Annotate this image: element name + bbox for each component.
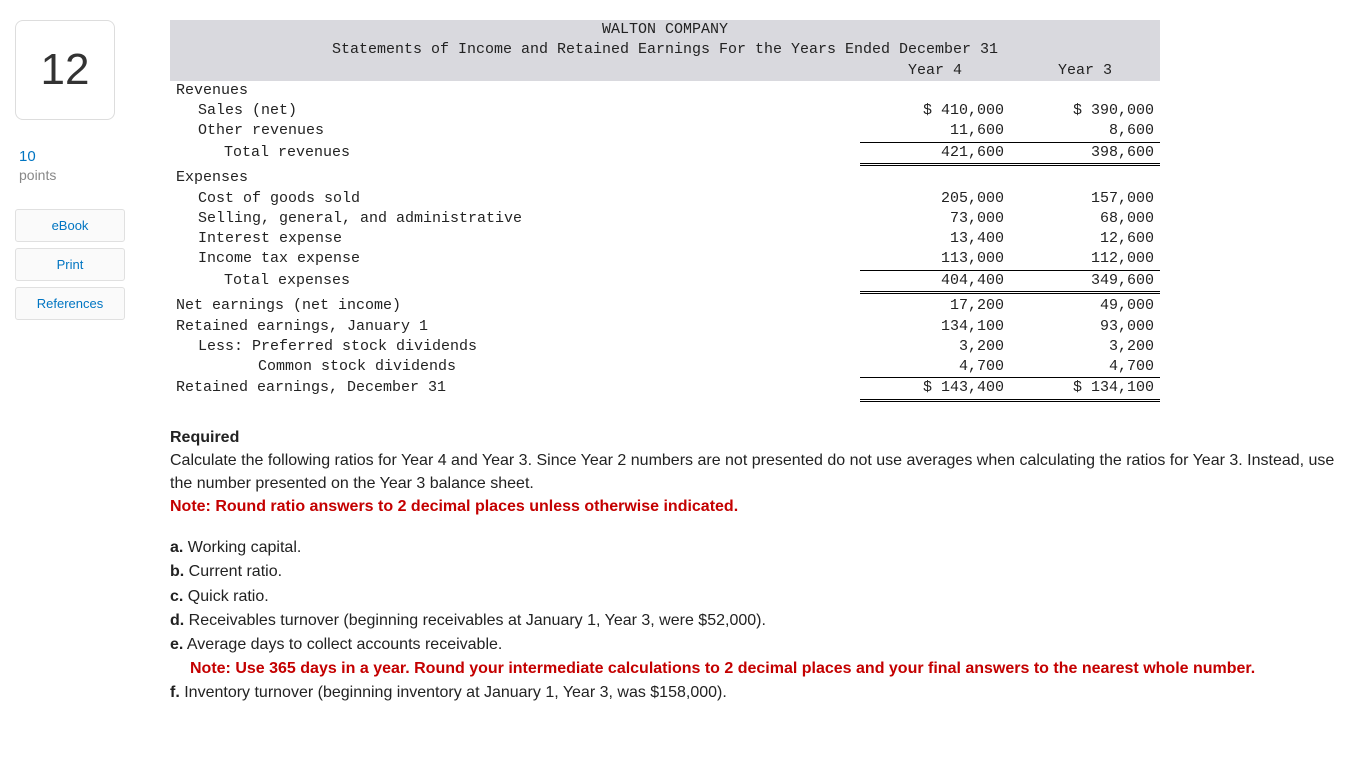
pref-label: Less: Preferred stock dividends xyxy=(170,337,860,357)
required-intro: Calculate the following ratios for Year … xyxy=(170,449,1350,495)
required-heading: Required xyxy=(170,426,1350,449)
item-a-b: a. xyxy=(170,539,183,556)
cogs-label: Cost of goods sold xyxy=(170,189,860,209)
company-name: WALTON COMPANY xyxy=(170,20,1160,40)
item-d-b: d. xyxy=(170,612,184,629)
col-year3: Year 3 xyxy=(1010,61,1160,81)
int-y4: 13,400 xyxy=(860,229,1010,249)
points-value: 10 xyxy=(19,148,170,165)
tax-y4: 113,000 xyxy=(860,249,1010,270)
int-label: Interest expense xyxy=(170,229,860,249)
tax-y3: 112,000 xyxy=(1010,249,1160,270)
int-y3: 12,600 xyxy=(1010,229,1160,249)
other-rev-y4: 11,600 xyxy=(860,121,1010,142)
pref-y3: 3,200 xyxy=(1010,337,1160,357)
tot-exp-label: Total expenses xyxy=(170,270,860,292)
sales-y3: $ 390,000 xyxy=(1010,101,1160,121)
re-dec-y3: $ 134,100 xyxy=(1010,378,1160,400)
tot-rev-y3: 398,600 xyxy=(1010,142,1160,164)
revenues-heading: Revenues xyxy=(170,81,860,101)
ebook-button[interactable]: eBook xyxy=(15,209,125,242)
tot-exp-y4: 404,400 xyxy=(860,270,1010,292)
item-b-b: b. xyxy=(170,563,184,580)
tot-exp-y3: 349,600 xyxy=(1010,270,1160,292)
tot-rev-y4: 421,600 xyxy=(860,142,1010,164)
left-sidebar: 12 10 points eBook Print References xyxy=(15,20,170,706)
item-e-b: e. xyxy=(170,636,183,653)
sales-y4: $ 410,000 xyxy=(860,101,1010,121)
comm-y3: 4,700 xyxy=(1010,357,1160,378)
ne-label: Net earnings (net income) xyxy=(170,296,860,316)
question-number-box: 12 xyxy=(15,20,115,120)
note-round: Note: Round ratio answers to 2 decimal p… xyxy=(170,495,1350,518)
tot-rev-label: Total revenues xyxy=(170,142,860,164)
income-statement-table: WALTON COMPANY Statements of Income and … xyxy=(170,20,1160,402)
cogs-y4: 205,000 xyxy=(860,189,1010,209)
required-section: Required Calculate the following ratios … xyxy=(170,426,1350,705)
item-b: Current ratio. xyxy=(184,563,282,580)
re-dec-y4: $ 143,400 xyxy=(860,378,1010,400)
other-rev-label: Other revenues xyxy=(170,121,860,142)
print-button[interactable]: Print xyxy=(15,248,125,281)
col-year4: Year 4 xyxy=(860,61,1010,81)
points-label: points xyxy=(19,167,170,183)
note-365: Note: Use 365 days in a year. Round your… xyxy=(170,657,1350,680)
item-f: Inventory turnover (beginning inventory … xyxy=(180,684,727,701)
item-c: Quick ratio. xyxy=(183,588,268,605)
expenses-heading: Expenses xyxy=(170,168,860,188)
re-jan-y4: 134,100 xyxy=(860,317,1010,337)
re-jan-y3: 93,000 xyxy=(1010,317,1160,337)
cogs-y3: 157,000 xyxy=(1010,189,1160,209)
item-d: Receivables turnover (beginning receivab… xyxy=(184,612,766,629)
statement-title: Statements of Income and Retained Earnin… xyxy=(170,40,1160,60)
other-rev-y3: 8,600 xyxy=(1010,121,1160,142)
comm-y4: 4,700 xyxy=(860,357,1010,378)
re-dec-label: Retained earnings, December 31 xyxy=(170,378,860,400)
sga-y3: 68,000 xyxy=(1010,209,1160,229)
sga-y4: 73,000 xyxy=(860,209,1010,229)
sga-label: Selling, general, and administrative xyxy=(170,209,860,229)
sales-label: Sales (net) xyxy=(170,101,860,121)
comm-label: Common stock dividends xyxy=(170,357,860,378)
ne-y3: 49,000 xyxy=(1010,296,1160,316)
item-a: Working capital. xyxy=(183,539,301,556)
re-jan-label: Retained earnings, January 1 xyxy=(170,317,860,337)
ne-y4: 17,200 xyxy=(860,296,1010,316)
tax-label: Income tax expense xyxy=(170,249,860,270)
main-content: WALTON COMPANY Statements of Income and … xyxy=(170,20,1350,706)
references-button[interactable]: References xyxy=(15,287,125,320)
item-f-b: f. xyxy=(170,684,180,701)
pref-y4: 3,200 xyxy=(860,337,1010,357)
item-e: Average days to collect accounts receiva… xyxy=(183,636,502,653)
item-c-b: c. xyxy=(170,588,183,605)
